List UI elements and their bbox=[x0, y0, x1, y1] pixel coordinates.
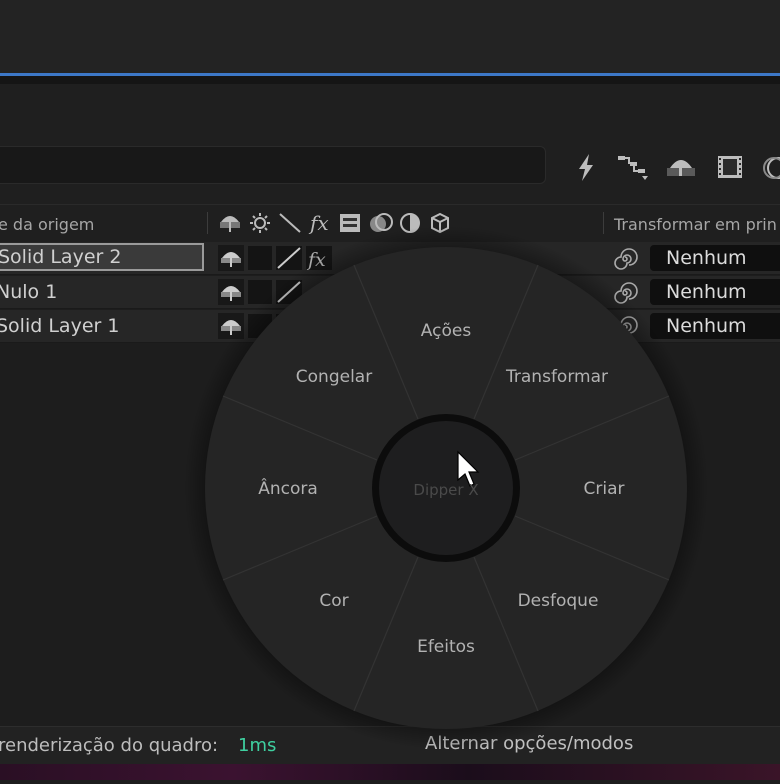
collapse-header-icon bbox=[250, 213, 270, 233]
panel-divider bbox=[0, 76, 780, 84]
adjustment-header-icon bbox=[400, 213, 420, 233]
fx-switch-icon: fx bbox=[306, 246, 332, 271]
pie-item-bottom-left[interactable]: Cor bbox=[319, 591, 348, 611]
timeline-toolbar bbox=[0, 84, 780, 204]
pie-item-bottom[interactable]: Efeitos bbox=[417, 637, 475, 657]
pie-item-left[interactable]: Âncora bbox=[258, 479, 318, 499]
layer-name[interactable]: Solid Layer 1 bbox=[0, 312, 204, 340]
switches-header: fx bbox=[218, 210, 458, 236]
pick-whip-icon[interactable] bbox=[612, 280, 638, 306]
film-icon[interactable] bbox=[714, 150, 746, 184]
search-input[interactable] bbox=[0, 146, 546, 184]
render-time-value: 1ms bbox=[238, 735, 277, 756]
pie-item-top[interactable]: Ações bbox=[421, 321, 471, 341]
pick-whip-icon[interactable] bbox=[612, 246, 638, 272]
top-panel bbox=[0, 0, 780, 74]
layer-list-empty-area bbox=[0, 344, 780, 726]
fx-header-icon: fx bbox=[308, 211, 329, 235]
pie-item-right[interactable]: Criar bbox=[584, 479, 625, 499]
3d-header-icon bbox=[431, 212, 449, 234]
lightning-icon[interactable] bbox=[570, 150, 602, 184]
pie-item-bottom-right[interactable]: Desfoque bbox=[518, 591, 599, 611]
flowchart-icon[interactable] bbox=[616, 150, 648, 184]
column-source-name[interactable]: e da origem bbox=[0, 215, 94, 234]
pie-item-top-left[interactable]: Congelar bbox=[296, 367, 372, 387]
shy-switch-icon bbox=[218, 245, 244, 339]
motion-blur-header-icon bbox=[370, 213, 393, 232]
parent-dropdown[interactable]: Nenhum bbox=[650, 313, 780, 339]
layer-name[interactable]: Nulo 1 bbox=[0, 278, 204, 306]
svg-text:fx: fx bbox=[306, 249, 326, 271]
parent-dropdown[interactable]: Nenhum bbox=[650, 245, 780, 271]
quality-switch-icon bbox=[276, 246, 302, 338]
render-time-label: renderização do quadro: bbox=[0, 735, 219, 756]
layer-switches[interactable]: fx bbox=[216, 244, 346, 340]
status-bar: renderização do quadro: 1ms Alternar opç… bbox=[0, 726, 780, 765]
motion-blur-icon[interactable] bbox=[760, 150, 780, 184]
pie-menu-center-label: Dipper X bbox=[413, 481, 479, 499]
shy-layer-icon[interactable] bbox=[664, 150, 696, 184]
pie-item-top-right[interactable]: Transformar bbox=[506, 367, 608, 387]
column-parent[interactable]: Transformar em prin bbox=[614, 215, 777, 234]
quality-header-icon bbox=[279, 213, 301, 233]
bottom-strip bbox=[0, 764, 780, 780]
column-divider bbox=[207, 212, 208, 234]
parent-dropdown[interactable]: Nenhum bbox=[650, 279, 780, 305]
toggle-switches-modes-button[interactable]: Alternar opções/modos bbox=[425, 733, 633, 754]
layer-name[interactable]: Solid Layer 2 bbox=[0, 243, 204, 271]
frame-blend-header-icon bbox=[340, 214, 360, 232]
shy-header-icon bbox=[220, 216, 240, 232]
column-divider bbox=[603, 212, 604, 234]
pick-whip-icon[interactable] bbox=[612, 314, 638, 340]
